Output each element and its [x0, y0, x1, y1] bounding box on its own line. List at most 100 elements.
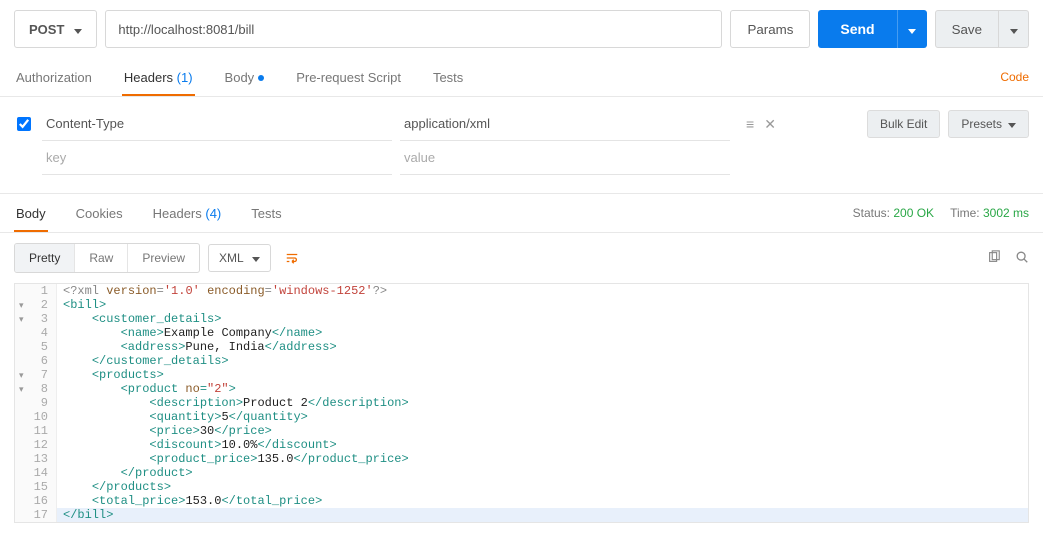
header-key-input[interactable]	[42, 114, 392, 133]
chevron-down-icon	[1008, 117, 1016, 131]
tab-prerequest[interactable]: Pre-request Script	[294, 60, 403, 95]
chevron-down-icon	[1010, 22, 1018, 37]
view-mode-pretty[interactable]: Pretty	[15, 244, 75, 272]
line-number: 9	[15, 396, 57, 410]
code-line: 7 <products>	[15, 368, 1028, 382]
tab-authorization[interactable]: Authorization	[14, 60, 94, 95]
headers-editor: ≡ ✕ Bulk Edit Presets	[0, 97, 1043, 181]
code-content: <?xml version='1.0' encoding='windows-12…	[57, 284, 387, 298]
request-bar: POST Params Send Save	[0, 0, 1043, 58]
header-row-checkbox[interactable]	[17, 117, 31, 131]
response-tab-headers-label: Headers	[153, 206, 202, 221]
line-number: 16	[15, 494, 57, 508]
tab-tests[interactable]: Tests	[431, 60, 465, 95]
line-number: 15	[15, 480, 57, 494]
line-number: 10	[15, 410, 57, 424]
line-number: 13	[15, 452, 57, 466]
code-line: 11 <price>30</price>	[15, 424, 1028, 438]
reorder-icon[interactable]: ≡	[746, 116, 754, 133]
response-tab-cookies[interactable]: Cookies	[74, 196, 125, 231]
view-mode-preview[interactable]: Preview	[128, 244, 199, 272]
line-number: 1	[15, 284, 57, 298]
view-mode-segmented: Pretty Raw Preview	[14, 243, 200, 273]
code-content: <description>Product 2</description>	[57, 396, 409, 410]
code-link[interactable]: Code	[1000, 70, 1029, 84]
code-line: 4 <name>Example Company</name>	[15, 326, 1028, 340]
presets-button[interactable]: Presets	[948, 110, 1029, 138]
response-status: Status: 200 OK Time: 3002 ms	[853, 206, 1029, 220]
code-content: <bill>	[57, 298, 106, 312]
line-number: 3	[15, 312, 57, 326]
code-content: <name>Example Company</name>	[57, 326, 322, 340]
header-key-input-empty[interactable]	[42, 148, 392, 167]
status-value: 200 OK	[893, 206, 934, 220]
url-input[interactable]	[105, 10, 722, 48]
chevron-down-icon	[252, 251, 260, 265]
code-line: 12 <discount>10.0%</discount>	[15, 438, 1028, 452]
response-tab-headers[interactable]: Headers (4)	[151, 196, 224, 231]
search-icon	[1015, 250, 1029, 264]
tab-headers-label: Headers	[124, 70, 173, 85]
response-viewer-toolbar: Pretty Raw Preview XML	[0, 233, 1043, 283]
code-line: 15 </products>	[15, 480, 1028, 494]
search-response-button[interactable]	[1015, 250, 1029, 267]
response-body-viewer[interactable]: 1<?xml version='1.0' encoding='windows-1…	[14, 283, 1029, 523]
response-tab-headers-count: (4)	[205, 206, 221, 221]
header-row-empty	[14, 141, 1029, 175]
chevron-down-icon	[74, 22, 82, 37]
save-button[interactable]: Save	[935, 10, 999, 48]
code-content: <quantity>5</quantity>	[57, 410, 308, 424]
format-label: XML	[219, 251, 244, 265]
code-content: <product no="2">	[57, 382, 236, 396]
code-content: <customer_details>	[57, 312, 221, 326]
line-number: 2	[15, 298, 57, 312]
view-mode-raw[interactable]: Raw	[75, 244, 128, 272]
code-line: 6 </customer_details>	[15, 354, 1028, 368]
line-number: 6	[15, 354, 57, 368]
bulk-edit-button[interactable]: Bulk Edit	[867, 110, 940, 138]
code-line: 10 <quantity>5</quantity>	[15, 410, 1028, 424]
wrap-icon	[285, 251, 299, 265]
response-tabs-row: Body Cookies Headers (4) Tests Status: 2…	[0, 193, 1043, 233]
header-value-input-empty[interactable]	[400, 148, 730, 167]
save-dropdown-button[interactable]	[999, 10, 1029, 48]
format-select[interactable]: XML	[208, 244, 271, 272]
time-label: Time:	[950, 206, 980, 220]
line-number: 4	[15, 326, 57, 340]
code-line: 8 <product no="2">	[15, 382, 1028, 396]
header-value-input[interactable]	[400, 114, 730, 133]
http-method-label: POST	[29, 22, 64, 37]
line-number: 5	[15, 340, 57, 354]
tab-body[interactable]: Body	[223, 60, 267, 95]
code-line: 14 </product>	[15, 466, 1028, 480]
code-line: 3 <customer_details>	[15, 312, 1028, 326]
line-number: 17	[15, 508, 57, 522]
code-content: <total_price>153.0</total_price>	[57, 494, 322, 508]
copy-response-button[interactable]	[987, 250, 1001, 267]
tab-headers-count: (1)	[177, 70, 193, 85]
chevron-down-icon	[908, 22, 916, 37]
code-line: 13 <product_price>135.0</product_price>	[15, 452, 1028, 466]
code-content: <price>30</price>	[57, 424, 272, 438]
code-content: <discount>10.0%</discount>	[57, 438, 337, 452]
line-number: 11	[15, 424, 57, 438]
send-button[interactable]: Send	[818, 10, 896, 48]
line-number: 7	[15, 368, 57, 382]
code-content: </products>	[57, 480, 171, 494]
wrap-lines-button[interactable]	[279, 247, 305, 269]
code-line: 1<?xml version='1.0' encoding='windows-1…	[15, 284, 1028, 298]
code-line: 17</bill>	[15, 508, 1028, 522]
http-method-select[interactable]: POST	[14, 10, 97, 48]
code-content: <products>	[57, 368, 164, 382]
response-tab-tests[interactable]: Tests	[249, 196, 283, 231]
tab-body-label: Body	[225, 70, 255, 85]
time-value: 3002 ms	[983, 206, 1029, 220]
tab-headers[interactable]: Headers (1)	[122, 60, 195, 95]
line-number: 14	[15, 466, 57, 480]
code-line: 2<bill>	[15, 298, 1028, 312]
delete-row-icon[interactable]: ✕	[764, 116, 776, 133]
response-tab-body[interactable]: Body	[14, 196, 48, 231]
params-button[interactable]: Params	[730, 10, 810, 48]
status-label: Status:	[853, 206, 890, 220]
send-dropdown-button[interactable]	[897, 10, 927, 48]
